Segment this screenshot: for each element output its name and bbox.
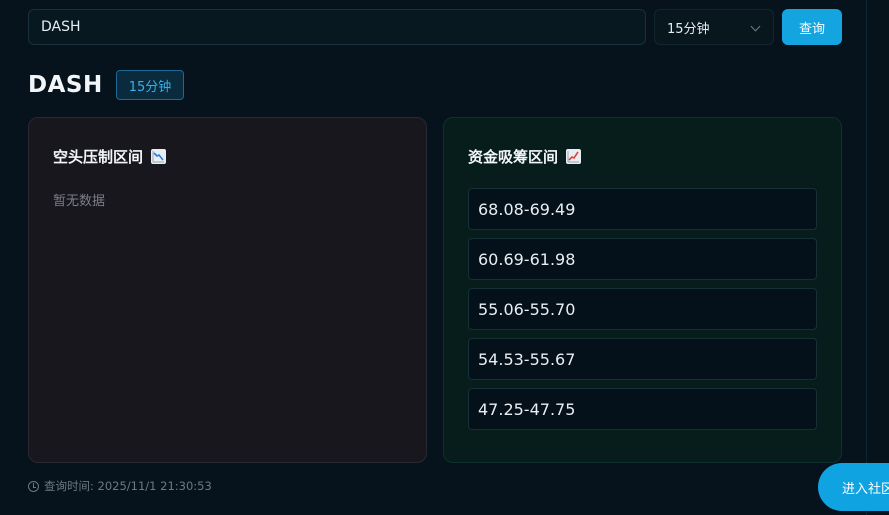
- symbol-header: DASH 15分钟: [28, 70, 185, 100]
- interval-select[interactable]: 15分钟: [654, 9, 774, 45]
- search-bar: 15分钟 查询: [28, 9, 842, 45]
- clock-icon: [28, 480, 39, 492]
- range-item: 47.25-47.75: [468, 388, 817, 430]
- app-root: 15分钟 查询 DASH 15分钟 空头压制区间 暂无数据 资金吸筹区间: [0, 0, 889, 515]
- chart-decreasing-icon: [151, 148, 167, 164]
- query-timestamp: 查询时间: 2025/11/1 21:30:53: [28, 478, 212, 494]
- accumulation-title: 资金吸筹区间: [468, 146, 817, 166]
- short-pressure-title: 空头压制区间: [53, 146, 402, 166]
- accumulation-title-text: 资金吸筹区间: [468, 147, 559, 166]
- chart-increasing-icon: [566, 148, 582, 164]
- interval-select-value: 15分钟: [667, 21, 710, 37]
- range-item: 60.69-61.98: [468, 238, 817, 280]
- accumulation-range-list: 68.08-69.49 60.69-61.98 55.06-55.70 54.5…: [468, 188, 817, 430]
- query-button[interactable]: 查询: [782, 9, 842, 45]
- short-pressure-title-text: 空头压制区间: [53, 147, 144, 166]
- divider: [866, 0, 867, 515]
- range-item: 68.08-69.49: [468, 188, 817, 230]
- empty-state-text: 暂无数据: [53, 194, 106, 209]
- range-item: 54.53-55.67: [468, 338, 817, 380]
- enter-community-button[interactable]: 进入社区: [818, 463, 889, 511]
- interval-badge: 15分钟: [115, 70, 185, 100]
- accumulation-card: 资金吸筹区间 68.08-69.49 60.69-61.98 55.06-55.…: [443, 117, 842, 463]
- chevron-down-icon: [750, 21, 761, 32]
- short-pressure-card: 空头压制区间 暂无数据: [28, 117, 427, 463]
- query-time-text: 查询时间: 2025/11/1 21:30:53: [44, 479, 212, 493]
- page-title: DASH: [28, 72, 103, 98]
- symbol-search-input[interactable]: [28, 9, 646, 45]
- range-item: 55.06-55.70: [468, 288, 817, 330]
